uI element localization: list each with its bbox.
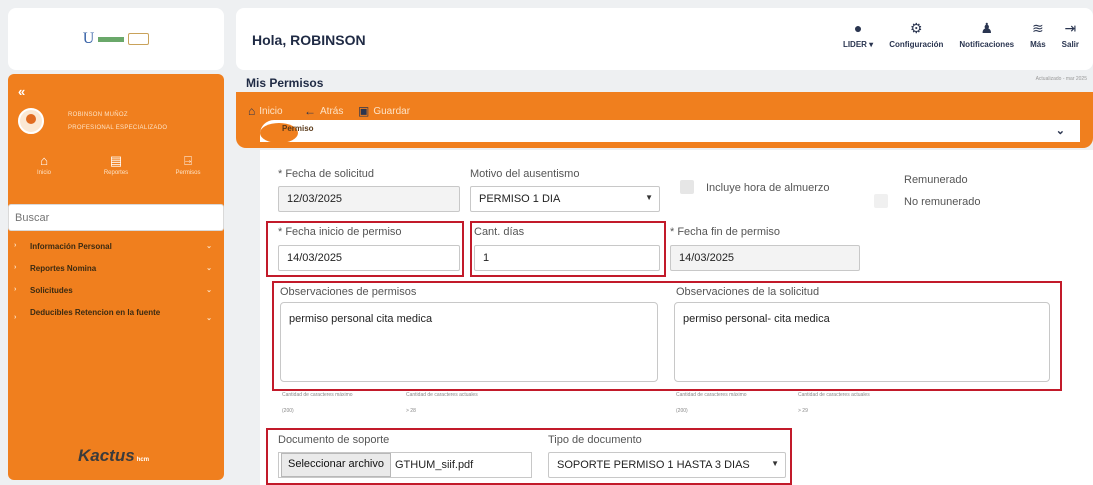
no-remunerado-label: No remunerado: [904, 196, 981, 208]
chevron-right-icon: ›: [14, 286, 17, 293]
logo: U: [8, 8, 224, 70]
user-role: PROFESIONAL ESPECIALIZADO: [68, 125, 168, 131]
chevron-down-icon: ⌄: [206, 287, 212, 294]
home-label: Inicio: [259, 105, 283, 117]
sidebar-item-reportes-nomina[interactable]: › Reportes Nomina ⌄: [8, 260, 224, 282]
user-menu-label: LIDER ▾: [842, 40, 874, 49]
sidebar-nav-inicio[interactable]: ⌂ Inicio: [14, 154, 74, 176]
almuerzo-checkbox[interactable]: [680, 180, 694, 194]
highlight-observaciones: [272, 281, 1062, 391]
sidebar-nav-label: Reportes: [103, 170, 129, 176]
fecha-fin-label: * Fecha fin de permiso: [670, 226, 781, 238]
logo-mark: U: [83, 30, 150, 48]
fecha-solicitud-field[interactable]: 12/03/2025: [278, 186, 460, 212]
user-name: ROBINSON MUÑOZ: [68, 112, 128, 118]
brand-logo: Kactus hcm: [78, 446, 150, 466]
bell-icon: ♟: [980, 20, 994, 36]
sidebar-item-solicitudes[interactable]: › Solicitudes ⌄: [8, 282, 224, 304]
avatar[interactable]: [18, 108, 44, 134]
sidebar-item-label: Reportes Nomina: [30, 264, 97, 273]
cur-chars-value: > 29: [798, 408, 808, 414]
brand-name: Kactus: [78, 446, 135, 465]
save-icon: ▣: [358, 104, 370, 118]
home-icon: ⌂: [40, 153, 48, 168]
sidebar-nav-label: Permisos: [175, 170, 201, 176]
notifications-button[interactable]: ♟ Notificaciones: [951, 20, 1022, 49]
top-bar: Hola, ROBINSON ● LIDER ▾ ⚙ Configuración…: [236, 8, 1093, 70]
chevron-right-icon: ›: [14, 264, 17, 271]
max-chars-value: (200): [676, 408, 688, 414]
door-icon: ⍈: [184, 153, 192, 168]
user-menu-button[interactable]: ● LIDER ▾: [835, 20, 881, 49]
sidebar-nav-permisos[interactable]: ⍈ Permisos: [158, 154, 218, 176]
almuerzo-label: Incluye hora de almuerzo: [706, 182, 830, 194]
highlight-cant-dias: [470, 221, 666, 277]
app-page: U « ROBINSON MUÑOZ PROFESIONAL ESPECIALI…: [0, 0, 1093, 485]
last-update: Actualizado - mar 2025: [1035, 76, 1087, 82]
back-button[interactable]: ← Atrás: [304, 104, 343, 118]
sidebar-nav-reportes[interactable]: ▤ Reportes: [86, 154, 146, 176]
sidebar-item-informacion-personal[interactable]: › Información Personal ⌄: [8, 238, 224, 260]
highlight-documento: [266, 428, 792, 485]
save-label: Guardar: [373, 105, 411, 117]
arrow-left-icon: ←: [304, 104, 316, 118]
chevron-down-icon: ⌄: [206, 265, 212, 272]
logout-button[interactable]: ⇥ Salir: [1054, 20, 1087, 49]
cur-chars-label: Cantidad de caracteres actuales: [798, 392, 870, 398]
remunerado-checkbox[interactable]: [874, 194, 888, 208]
logout-icon: ⇥: [1064, 20, 1077, 36]
motivo-value: PERMISO 1 DIA: [479, 193, 561, 205]
sidebar-item-label: Información Personal: [30, 242, 112, 251]
cur-chars-label: Cantidad de caracteres actuales: [406, 392, 478, 398]
fecha-solicitud-label: * Fecha de solicitud: [278, 168, 374, 180]
sidebar-item-label: Solicitudes: [30, 286, 73, 295]
chevron-down-icon[interactable]: ⌄: [1056, 124, 1065, 137]
logout-label: Salir: [1061, 40, 1079, 49]
chevron-right-icon: ›: [14, 314, 17, 321]
chevron-right-icon: ›: [14, 242, 17, 249]
brand-suffix: hcm: [136, 457, 150, 463]
highlight-fecha-inicio: [266, 221, 464, 277]
chevron-down-icon: ▼: [645, 193, 653, 202]
top-actions: ● LIDER ▾ ⚙ Configuración ♟ Notificacion…: [835, 20, 1087, 49]
gear-icon: ⚙: [910, 20, 923, 36]
layers-icon: ≋: [1032, 20, 1044, 36]
settings-button[interactable]: ⚙ Configuración: [881, 20, 951, 49]
max-chars-label: Cantidad de caracteres máximo: [676, 392, 747, 398]
sidebar-nav-label: Inicio: [36, 170, 51, 176]
greeting: Hola, ROBINSON: [252, 32, 366, 48]
page-title: Mis Permisos: [246, 76, 324, 90]
chevron-down-icon: ⌄: [206, 243, 212, 250]
home-button[interactable]: ⌂ Inicio: [248, 104, 283, 118]
max-chars-value: (200): [282, 408, 294, 414]
motivo-label: Motivo del ausentismo: [470, 168, 580, 180]
sidebar-search-input[interactable]: [8, 204, 224, 231]
user-icon: ●: [853, 20, 863, 36]
section-title: Permiso: [282, 124, 314, 133]
sidebar-item-deducibles[interactable]: › Deducibles Retencion en la fuente ⌄: [8, 304, 224, 326]
report-icon: ▤: [109, 153, 123, 168]
back-label: Atrás: [320, 105, 344, 117]
fecha-fin-field[interactable]: 14/03/2025: [670, 245, 860, 271]
home-icon: ⌂: [248, 104, 256, 118]
cur-chars-value: > 28: [406, 408, 416, 414]
sidebar: « ROBINSON MUÑOZ PROFESIONAL ESPECIALIZA…: [8, 74, 224, 480]
max-chars-label: Cantidad de caracteres máximo: [282, 392, 353, 398]
sidebar-quick-nav: ⌂ Inicio ▤ Reportes ⍈ Permisos: [8, 154, 224, 176]
notifications-label: Notificaciones: [959, 40, 1015, 49]
remunerado-label: Remunerado: [904, 174, 968, 186]
collapse-sidebar-button[interactable]: «: [18, 84, 25, 99]
motivo-select[interactable]: PERMISO 1 DIA ▼: [470, 186, 660, 212]
settings-label: Configuración: [889, 40, 944, 49]
section-header[interactable]: [260, 120, 1080, 142]
save-button[interactable]: ▣ Guardar: [358, 104, 410, 118]
more-label: Más: [1030, 40, 1046, 49]
chevron-down-icon: ⌄: [206, 315, 212, 322]
sidebar-item-label: Deducibles Retencion en la fuente: [30, 308, 161, 317]
sidebar-menu: › Información Personal ⌄ › Reportes Nomi…: [8, 238, 224, 326]
more-button[interactable]: ≋ Más: [1022, 20, 1054, 49]
